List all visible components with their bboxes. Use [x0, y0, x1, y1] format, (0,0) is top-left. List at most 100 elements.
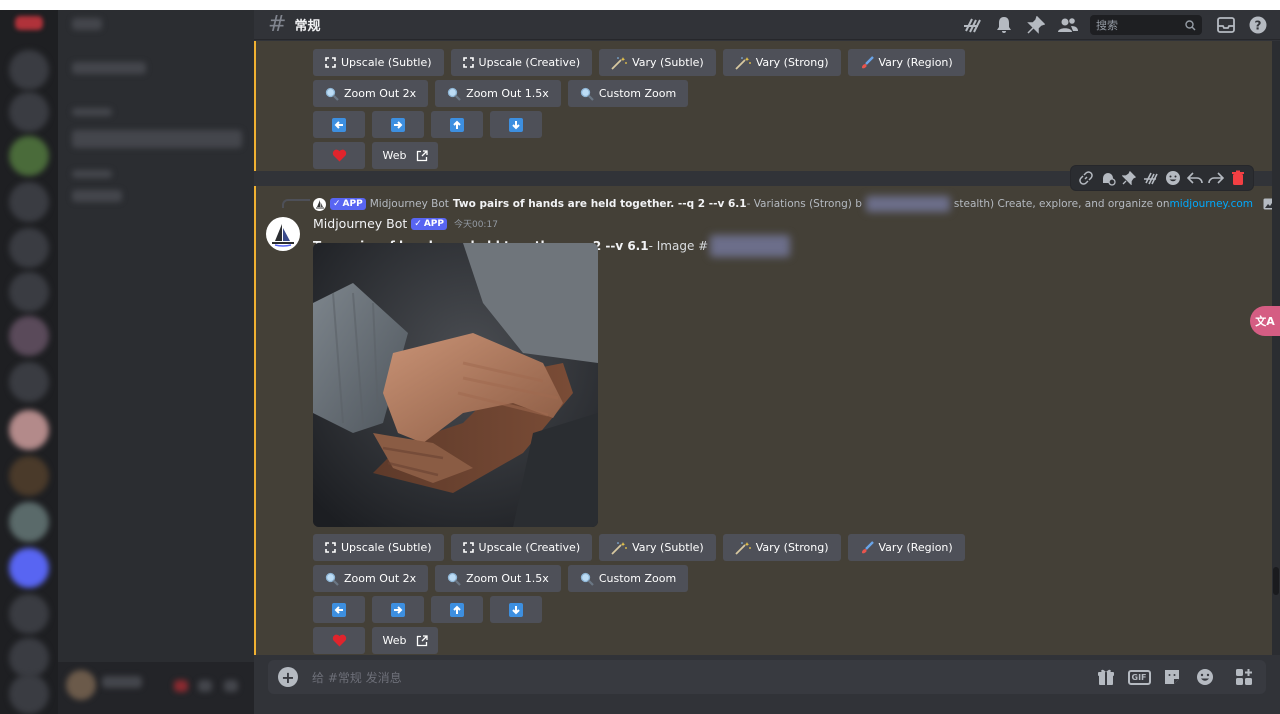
- reply-icon[interactable]: [1186, 169, 1204, 187]
- user-panel: [58, 662, 254, 714]
- external-link-icon: [416, 149, 428, 162]
- magnifier-icon: [325, 572, 339, 586]
- server-icon[interactable]: [9, 410, 49, 450]
- upscale-creative-button[interactable]: Upscale (Creative): [450, 49, 593, 76]
- sticker-icon[interactable]: [1161, 666, 1183, 688]
- magic-wand-icon: [735, 541, 751, 555]
- avatar[interactable]: [66, 670, 96, 700]
- gear-icon[interactable]: [224, 680, 238, 692]
- inbox-icon[interactable]: [1216, 15, 1236, 35]
- pan-right-button[interactable]: [372, 111, 424, 138]
- scrollbar-thumb[interactable]: [1273, 567, 1279, 595]
- page-title: 常规: [294, 19, 321, 34]
- bell-icon[interactable]: [994, 15, 1014, 35]
- zoom-out-1-5x-button[interactable]: Zoom Out 1.5x: [435, 80, 561, 107]
- composer-input[interactable]: 给 #常规 发消息: [312, 669, 1095, 686]
- button-label: Custom Zoom: [598, 572, 677, 585]
- web-button[interactable]: Web: [372, 142, 438, 169]
- vary-strong-button[interactable]: Vary (Strong): [722, 534, 841, 561]
- zoom-out-1-5x-button[interactable]: Zoom Out 1.5x: [435, 565, 561, 592]
- custom-zoom-button[interactable]: Custom Zoom: [567, 565, 689, 592]
- server-icon[interactable]: [9, 272, 49, 312]
- server-icon[interactable]: [9, 502, 49, 542]
- pin-icon[interactable]: [1026, 15, 1046, 35]
- author-name[interactable]: Midjourney Bot: [313, 216, 407, 231]
- trash-icon[interactable]: [1229, 169, 1247, 187]
- web-button[interactable]: Web: [372, 627, 438, 654]
- zoom-out-2x-button[interactable]: Zoom Out 2x: [313, 80, 429, 107]
- help-icon[interactable]: ?: [1248, 15, 1268, 35]
- channel-item[interactable]: [72, 190, 122, 202]
- message-header: Midjourney Bot ✓ APP 今天00:17: [313, 216, 498, 231]
- button-label: Zoom Out 1.5x: [466, 87, 549, 100]
- vary-subtle-button[interactable]: Vary (Subtle): [599, 534, 716, 561]
- favorite-button[interactable]: [313, 627, 365, 654]
- upscale-subtle-button[interactable]: Upscale (Subtle): [313, 534, 444, 561]
- pan-left-button[interactable]: [313, 111, 365, 138]
- server-icon[interactable]: [9, 182, 49, 222]
- app-command-icon[interactable]: [1099, 169, 1117, 187]
- emoji-icon[interactable]: [1194, 666, 1216, 688]
- forward-icon[interactable]: [1207, 169, 1225, 187]
- custom-zoom-button[interactable]: Custom Zoom: [567, 80, 689, 107]
- zoom-row: Zoom Out 2x Zoom Out 1.5x Custom Zoom: [313, 565, 689, 592]
- pan-right-button[interactable]: [372, 596, 424, 623]
- generated-image[interactable]: [313, 243, 598, 527]
- upscale-subtle-button[interactable]: Upscale (Subtle): [313, 49, 444, 76]
- translate-icon: 文A: [1255, 315, 1275, 328]
- emoji-reaction-icon[interactable]: [1164, 169, 1182, 187]
- scrollbar[interactable]: [1272, 41, 1280, 655]
- upscale-creative-button[interactable]: Upscale (Creative): [450, 534, 593, 561]
- vary-subtle-button[interactable]: Vary (Subtle): [599, 49, 716, 76]
- threads-icon[interactable]: [1142, 169, 1160, 187]
- avatar[interactable]: [266, 217, 300, 251]
- extras-row: Web: [313, 142, 438, 169]
- server-icon[interactable]: [9, 316, 49, 356]
- server-icon[interactable]: [9, 594, 49, 634]
- pan-left-button[interactable]: [313, 596, 365, 623]
- attach-plus-icon[interactable]: +: [278, 667, 298, 687]
- window-top-strip: [0, 0, 1280, 10]
- gift-icon[interactable]: [1095, 666, 1117, 688]
- server-icon[interactable]: [9, 456, 49, 496]
- message-list: Upscale (Subtle) Upscale (Creative) Vary (…: [254, 41, 1272, 655]
- mute-icon[interactable]: [174, 680, 188, 692]
- members-icon[interactable]: [1058, 15, 1078, 35]
- pan-down-button[interactable]: [490, 111, 542, 138]
- magnifier-icon: [447, 572, 461, 586]
- server-icon[interactable]: [9, 638, 49, 678]
- server-name: [72, 18, 102, 30]
- pan-up-button[interactable]: [431, 111, 483, 138]
- server-icon[interactable]: [9, 674, 49, 714]
- search-input[interactable]: 搜索: [1090, 15, 1202, 35]
- favorite-button[interactable]: [313, 142, 365, 169]
- server-icon-selected[interactable]: [9, 548, 49, 588]
- vary-region-button[interactable]: Vary (Region): [847, 534, 965, 561]
- reply-description: stealth) Create, explore, and organize o…: [953, 198, 1170, 210]
- translate-button[interactable]: 文A: [1250, 306, 1280, 336]
- headset-icon[interactable]: [198, 680, 212, 692]
- vary-strong-button[interactable]: Vary (Strong): [722, 49, 841, 76]
- server-icon[interactable]: [9, 136, 49, 176]
- server-icon[interactable]: [9, 228, 49, 268]
- zoom-out-2x-button[interactable]: Zoom Out 2x: [313, 565, 429, 592]
- server-icon[interactable]: [9, 362, 49, 402]
- pin-icon[interactable]: [1120, 169, 1138, 187]
- pan-up-button[interactable]: [431, 596, 483, 623]
- server-icon[interactable]: [9, 92, 49, 132]
- pan-down-button[interactable]: [490, 596, 542, 623]
- threads-icon[interactable]: [962, 15, 982, 35]
- server-icon[interactable]: [9, 50, 49, 90]
- channel-item[interactable]: [72, 62, 146, 74]
- link-icon[interactable]: [1077, 169, 1095, 187]
- reply-preview[interactable]: ✓ APP Midjourney Bot Two pairs of hands a…: [313, 196, 1272, 212]
- message-composer[interactable]: + 给 #常规 发消息 GIF: [268, 660, 1266, 694]
- magnifier-icon: [325, 87, 339, 101]
- reply-link[interactable]: midjourney.com: [1169, 198, 1253, 210]
- apps-icon[interactable]: [1233, 666, 1255, 688]
- channel-item[interactable]: [72, 130, 242, 148]
- gif-icon[interactable]: GIF: [1127, 666, 1151, 688]
- upscale-vary-row: Upscale (Subtle) Upscale (Creative) Vary (…: [313, 49, 965, 76]
- magic-wand-icon: [611, 541, 628, 555]
- vary-region-button[interactable]: Vary (Region): [847, 49, 965, 76]
